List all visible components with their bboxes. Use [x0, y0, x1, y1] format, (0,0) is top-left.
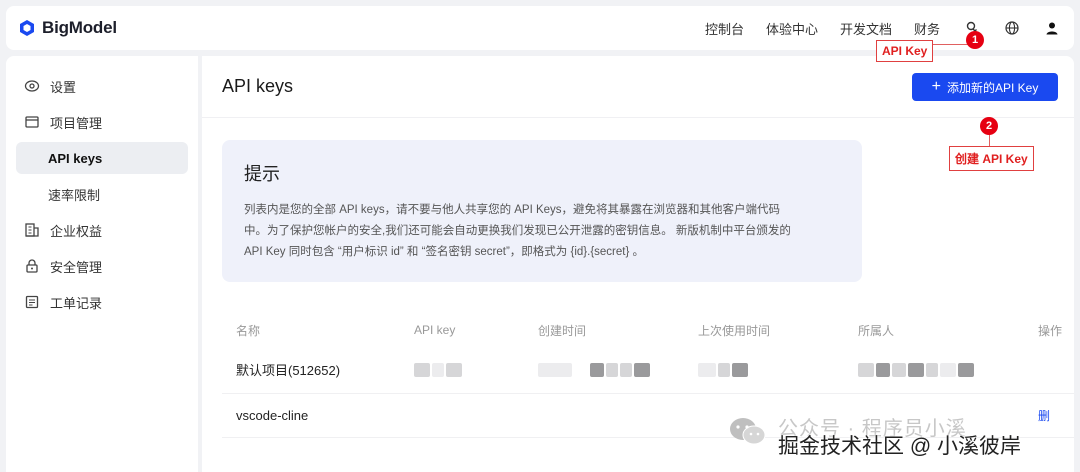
watermark: 公众号 · 程序员小溪 掘金技术社区 @ 小溪彼岸 [722, 406, 1080, 472]
annotation-leader-line [989, 134, 990, 146]
sidebar-item-label: 项目管理 [50, 115, 103, 131]
sidebar-item-label: API keys [48, 150, 103, 166]
table-header: 名称 API key 创建时间 上次使用时间 所属人 操作 [222, 314, 1074, 346]
user-avatar-icon[interactable] [1044, 20, 1060, 36]
sidebar-item-api-keys[interactable]: API keys [16, 142, 188, 174]
brand-logo[interactable]: BigModel [18, 18, 117, 38]
add-api-key-button[interactable]: + 添加新的API Key [912, 73, 1058, 101]
tip-panel: 提示 列表内是您的全部 API keys，请不要与他人共享您的 API Keys… [222, 140, 862, 282]
header-owner: 所属人 [858, 323, 895, 338]
sidebar-item-label: 企业权益 [50, 223, 103, 239]
redacted-api-key [414, 362, 538, 378]
nav-console[interactable]: 控制台 [705, 19, 744, 38]
table-row: 默认项目(512652) [222, 346, 1074, 394]
sidebar-item-label: 设置 [50, 79, 77, 95]
wechat-icon [730, 418, 766, 445]
sidebar-item-tickets[interactable]: 工单记录 [16, 286, 188, 318]
page-title: API keys [222, 76, 294, 96]
sidebar-item-enterprise-benefits[interactable]: 企业权益 [16, 214, 188, 246]
lock-icon [24, 258, 40, 274]
sidebar-item-label: 安全管理 [50, 259, 103, 275]
redacted-last-used [698, 362, 858, 378]
header-last-used: 上次使用时间 [698, 323, 771, 338]
globe-icon[interactable] [1004, 20, 1020, 36]
sidebar-item-label: 工单记录 [50, 295, 103, 311]
nav-experience-center[interactable]: 体验中心 [766, 19, 818, 38]
building-icon [24, 222, 40, 238]
top-nav: 控制台 体验中心 开发文档 财务 [683, 6, 1060, 50]
header-name: 名称 [236, 323, 261, 338]
sidebar-item-project-management[interactable]: 项目管理 [16, 106, 188, 138]
header-api-key: API key [414, 323, 456, 337]
sidebar-item-label: 速率限制 [48, 187, 101, 203]
tip-line: 中。为了保护您帐户的安全,我们还可能会自动更换我们发现已公开泄露的密钥信息。 新… [244, 225, 791, 237]
annotation-marker-2: 2 [980, 117, 998, 135]
annotation-callout-api-key: API Key [876, 40, 934, 62]
nav-finance[interactable]: 财务 [914, 19, 940, 38]
sidebar: 设置 项目管理 API keys 速率限制 企业权益 安全管理 工单记录 [6, 56, 198, 472]
row-name: 默认项目(512652) [236, 363, 341, 378]
nav-dev-docs[interactable]: 开发文档 [840, 19, 892, 38]
row-name: vscode-cline [236, 408, 309, 423]
tip-title: 提示 [244, 164, 280, 184]
tip-line: API Key 同时包含 “用户标识 id” 和 “签名密钥 secret”，即… [244, 246, 645, 258]
folder-icon [24, 114, 40, 130]
brand-name: BigModel [42, 18, 117, 37]
bigmodel-logo-icon [20, 20, 34, 36]
tip-text: 列表内是您的全部 API keys，请不要与他人共享您的 API Keys，避免… [244, 200, 844, 263]
sidebar-item-security[interactable]: 安全管理 [16, 250, 188, 282]
annotation-marker-1: 1 [966, 31, 984, 49]
header-actions: 操作 [1038, 323, 1063, 338]
redacted-owner [858, 362, 1038, 378]
plus-icon: + [931, 78, 941, 95]
ticket-icon [24, 294, 40, 310]
sidebar-item-rate-limit[interactable]: 速率限制 [16, 178, 188, 210]
watermark-line-2: 掘金技术社区 @ 小溪彼岸 [778, 435, 1021, 458]
main-header: API keys + 添加新的API Key [202, 56, 1074, 118]
tip-line: 列表内是您的全部 API keys，请不要与他人共享您的 API Keys，避免… [244, 204, 781, 216]
annotation-callout-create-api-key: 创建 API Key [949, 146, 1034, 171]
add-api-key-label: 添加新的API Key [946, 80, 1039, 95]
header-created-at: 创建时间 [538, 323, 587, 338]
redacted-created-at [538, 362, 698, 378]
eye-settings-icon [24, 78, 40, 94]
sidebar-item-settings[interactable]: 设置 [16, 70, 188, 102]
